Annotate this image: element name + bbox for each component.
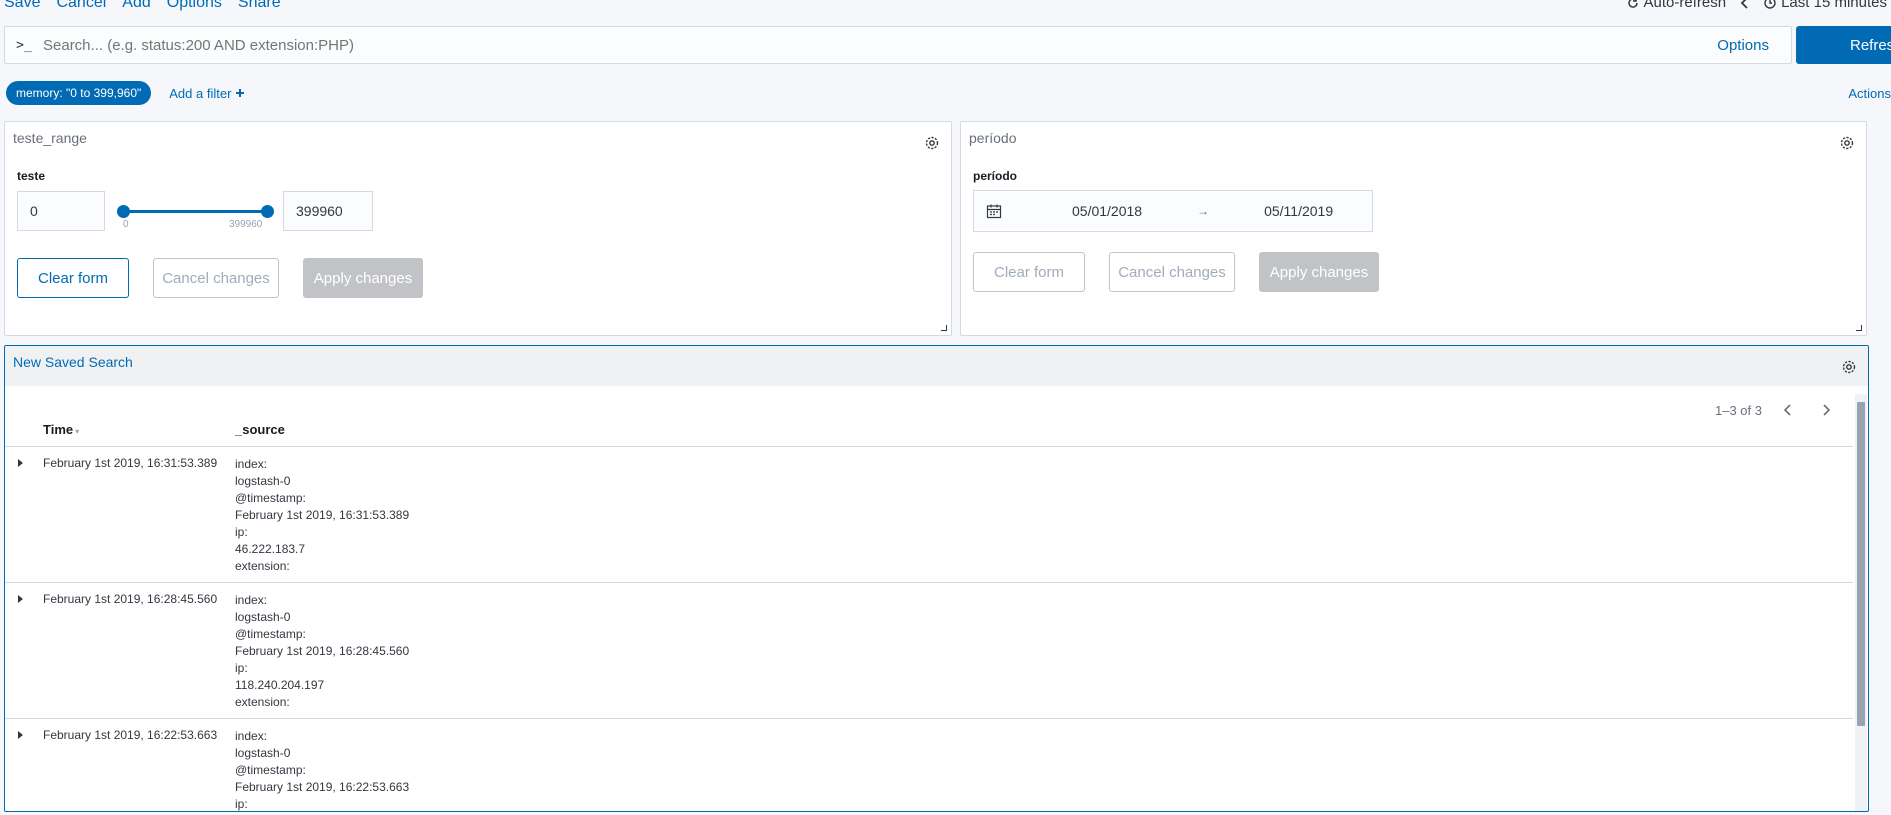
date-start-input[interactable]: 05/01/2018 [1072,203,1142,219]
source-line: ip: [235,525,248,539]
source-line: 46.222.183.7 [235,542,306,556]
expand-row-icon[interactable] [18,459,23,467]
share-link[interactable]: Share [238,0,281,14]
cancel-changes-button[interactable]: Cancel changes [153,258,279,298]
date-range-arrow: → [1197,204,1210,218]
panel-title: período [969,130,1017,146]
actions-link[interactable]: Actions [1848,86,1891,101]
refresh-icon [1627,0,1638,8]
range-label: teste [17,169,46,183]
chevron-left-icon [1740,0,1748,9]
range-max-input[interactable]: 399960 [283,191,373,231]
column-header-time[interactable]: Time ▾ [43,422,79,437]
saved-search-header: New Saved Search [5,346,1868,386]
sort-icon[interactable]: ▾ [75,427,79,436]
expand-row-icon[interactable] [18,731,23,739]
source-line: index: [235,729,268,743]
date-range-picker: 05/01/2018 → 05/11/2019 [973,190,1373,232]
query-language-icon: >_ [16,37,32,53]
source-line: ip: [235,661,248,675]
expand-row-icon[interactable] [18,595,23,603]
table-row: February 1st 2019, 16:31:53.389 index: l… [5,447,1853,583]
source-line: February 1st 2019, 16:22:53.663 [235,780,410,794]
source-line: logstash-0 [235,746,291,760]
source-line: logstash-0 [235,474,291,488]
apply-changes-button[interactable]: Apply changes [303,258,423,298]
source-line: 118.240.204.197 [235,678,325,692]
source-line: index: [235,593,268,607]
options-link[interactable]: Options [167,0,222,14]
source-line: extension: [235,695,290,709]
query-options-button[interactable]: Options [1717,37,1769,54]
saved-search-panel: New Saved Search 1–3 of 3 Time ▾ _source … [4,345,1869,812]
range-slider-track[interactable] [123,210,273,213]
source-line: @timestamp: [235,627,306,641]
source-line: February 1st 2019, 16:28:45.560 [235,644,410,658]
filter-bar: memory: "0 to 399,960" Add a filter Acti… [6,80,1891,106]
row-time: February 1st 2019, 16:22:53.663 [43,728,218,742]
cancel-link[interactable]: Cancel [56,0,106,14]
slider-tick-min: 0 [123,219,129,230]
add-filter-button[interactable]: Add a filter [169,86,245,101]
source-line: ip: [235,797,248,811]
slider-tick-max: 399960 [229,219,263,230]
table-header: Time ▾ _source [5,420,1853,447]
row-source: index: logstash-0 @timestamp: February 1… [235,456,409,575]
source-line: index: [235,457,268,471]
row-time: February 1st 2019, 16:31:53.389 [43,456,218,470]
search-input[interactable] [43,36,1718,54]
plus-icon [236,89,245,97]
row-source: index: logstash-0 @timestamp: February 1… [235,728,410,811]
row-time: February 1st 2019, 16:28:45.560 [43,592,218,606]
gear-icon[interactable] [923,134,941,152]
table-row: February 1st 2019, 16:28:45.560 index: l… [5,583,1853,719]
source-line: February 1st 2019, 16:31:53.389 [235,508,410,522]
resize-handle[interactable] [941,325,947,331]
clear-form-button[interactable]: Clear form [973,252,1085,292]
source-line: extension: [235,559,290,573]
calendar-icon[interactable] [986,203,1002,219]
cancel-changes-button[interactable]: Cancel changes [1109,252,1235,292]
column-header-source: _source [235,422,285,437]
pagination-count: 1–3 of 3 [1715,402,1762,418]
refresh-button[interactable]: Refresh [1796,26,1891,64]
range-control-panel: teste_range teste 0 0 399960 399960 Clea… [4,121,952,336]
row-source: index: logstash-0 @timestamp: February 1… [235,592,409,711]
table-row: February 1st 2019, 16:22:53.663 index: l… [5,719,1853,811]
chevron-right-icon [1823,404,1831,416]
apply-changes-button[interactable]: Apply changes [1259,252,1379,292]
query-bar: >_ Options [4,26,1792,64]
resize-handle[interactable] [1856,325,1862,331]
time-range-button[interactable]: Last 15 minutes [1764,0,1887,11]
previous-page-button[interactable] [1776,398,1800,422]
pagination: 1–3 of 3 [1715,398,1838,422]
period-label: período [973,169,1017,183]
clock-icon [1764,0,1776,9]
save-link[interactable]: Save [4,0,40,14]
range-min-input[interactable]: 0 [17,191,105,231]
range-slider-max-handle[interactable] [261,205,274,218]
scrollbar-thumb[interactable] [1857,402,1865,726]
saved-search-title[interactable]: New Saved Search [13,354,133,370]
range-slider-min-handle[interactable] [117,205,130,218]
next-page-button[interactable] [1814,398,1838,422]
time-controls: Auto-refresh Last 15 minutes [1627,0,1887,11]
time-prev-button[interactable] [1740,0,1750,9]
add-link[interactable]: Add [122,0,150,14]
vertical-scrollbar[interactable] [1855,394,1867,811]
gear-icon[interactable] [1840,358,1858,376]
source-line: @timestamp: [235,763,306,777]
source-line: @timestamp: [235,491,306,505]
clear-form-button[interactable]: Clear form [17,258,129,298]
source-line: logstash-0 [235,610,291,624]
chevron-left-icon [1783,404,1791,416]
gear-icon[interactable] [1838,134,1856,152]
top-nav-menu: Save Cancel Add Options Share [0,0,281,14]
auto-refresh-button[interactable]: Auto-refresh [1627,0,1726,11]
panel-title: teste_range [13,130,87,146]
filter-pill-memory[interactable]: memory: "0 to 399,960" [6,81,152,105]
date-end-input[interactable]: 05/11/2019 [1264,203,1333,219]
